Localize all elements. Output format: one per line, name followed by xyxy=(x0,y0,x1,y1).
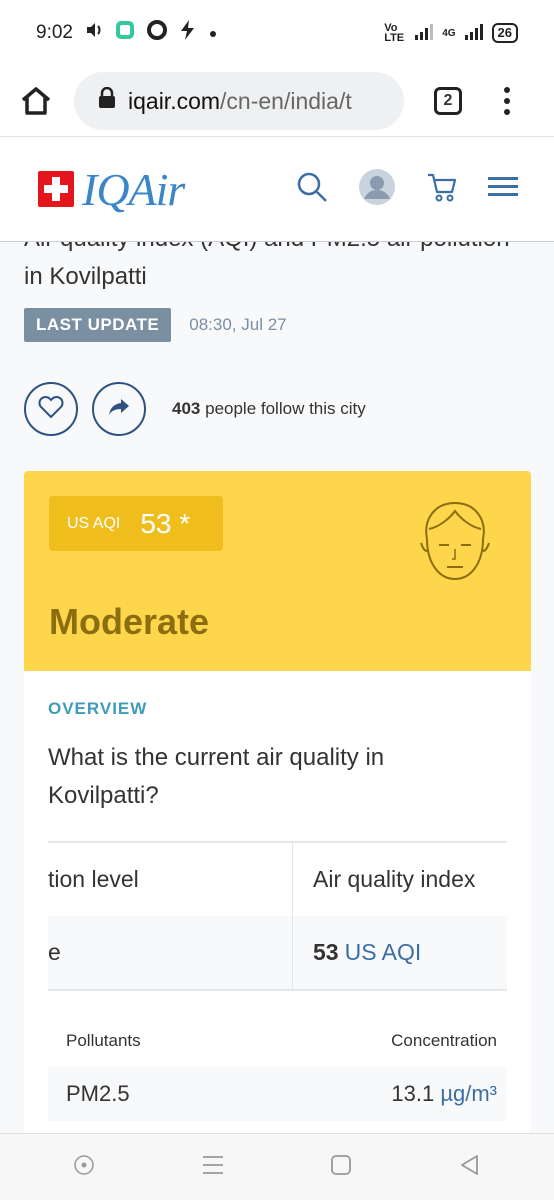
status-time: 9:02 xyxy=(36,22,73,43)
circle-app-icon xyxy=(146,20,167,46)
assistant-icon[interactable] xyxy=(73,1154,95,1181)
recents-icon[interactable] xyxy=(202,1155,224,1180)
network-type: 4G xyxy=(442,27,456,39)
table-cell-aqi: 53 US AQI xyxy=(293,916,421,989)
table-cell-pollution-level: e xyxy=(48,916,293,989)
aqi-label: US AQI xyxy=(67,514,121,532)
overview-label: OVERVIEW xyxy=(48,699,148,718)
concentration-header: Concentration xyxy=(391,1031,497,1050)
avatar-icon[interactable] xyxy=(358,168,396,211)
lock-icon xyxy=(98,86,116,115)
status-bar: 9:02 Vo LTE 4G 26 xyxy=(0,0,554,66)
follow-count-text: 403 people follow this city xyxy=(172,399,366,419)
swiss-cross-icon xyxy=(38,171,74,207)
pollutant-table-header: Pollutants Concentration xyxy=(48,1015,507,1067)
aqi-number: 53 xyxy=(313,939,339,965)
address-bar[interactable]: iqair.com/cn-en/india/t xyxy=(74,72,404,130)
follow-button[interactable] xyxy=(24,382,78,436)
share-icon xyxy=(107,397,131,422)
back-icon[interactable] xyxy=(459,1154,481,1181)
iqair-logo[interactable]: IQAir xyxy=(38,163,185,216)
pollutant-table: Pollutants Concentration PM2.5 13.1 µg/m… xyxy=(48,1015,507,1121)
signal-icon xyxy=(414,23,434,43)
site-header: IQAir xyxy=(0,136,554,242)
table-header-aqi: Air quality index xyxy=(313,866,476,892)
aqi-status: Moderate xyxy=(49,601,210,642)
url-path: /cn-en/india/t xyxy=(220,87,352,114)
table-header-pollution-level: tion level xyxy=(48,843,293,916)
pollutant-concentration: 13.1 µg/m³ xyxy=(391,1081,497,1106)
follow-count: 403 xyxy=(172,399,201,418)
pollutant-name: PM2.5 xyxy=(66,1081,130,1106)
last-update-badge: LAST UPDATE xyxy=(24,308,172,342)
aqi-value: 53 * xyxy=(140,507,191,539)
system-navigation-bar xyxy=(0,1133,554,1200)
heart-icon xyxy=(38,395,64,424)
share-button[interactable] xyxy=(92,382,146,436)
overview-section: OVERVIEW What is the current air quality… xyxy=(24,671,531,1141)
browser-toolbar: iqair.com/cn-en/india/t 2 xyxy=(0,66,554,136)
app-notification-icon xyxy=(115,20,135,46)
page-content: Air quality index (AQI) and PM2.5 air po… xyxy=(0,220,554,436)
aqi-summary-table[interactable]: tion level Air quality index e 53 US AQI xyxy=(48,841,507,991)
cart-icon[interactable] xyxy=(426,171,458,208)
dot-icon xyxy=(209,22,217,44)
last-update-time: 08:30, Jul 27 xyxy=(189,315,287,334)
hamburger-menu-icon[interactable] xyxy=(488,176,518,203)
volume-icon xyxy=(85,21,103,45)
home-nav-icon[interactable] xyxy=(330,1154,352,1181)
aqi-card: US AQI 53 * Moderate xyxy=(24,471,531,671)
url-host: iqair.com xyxy=(128,87,221,114)
pollutant-row: PM2.5 13.1 µg/m³ xyxy=(48,1067,507,1121)
overview-question: What is the current air quality in Kovil… xyxy=(48,744,385,809)
battery-icon: 26 xyxy=(491,23,518,43)
table-header-row: tion level Air quality index xyxy=(48,843,507,916)
follow-label: people follow this city xyxy=(205,399,366,418)
search-icon[interactable] xyxy=(296,171,328,208)
tab-switcher-button[interactable]: 2 xyxy=(434,87,462,115)
pollutants-header: Pollutants xyxy=(66,1031,141,1050)
aqi-badge: US AQI 53 * xyxy=(49,496,223,551)
browser-menu-icon[interactable] xyxy=(504,87,510,115)
moderate-face-icon xyxy=(417,499,493,596)
bolt-app-icon xyxy=(179,20,197,46)
table-row: e 53 US AQI xyxy=(48,916,507,989)
aqi-unit: US AQI xyxy=(344,939,422,965)
logo-text: IQAir xyxy=(82,163,185,215)
volte-label: Vo LTE xyxy=(384,22,405,44)
page-title-line2: in Kovilpatti xyxy=(24,263,147,290)
home-icon[interactable] xyxy=(14,79,58,123)
signal-2-icon xyxy=(464,23,484,43)
